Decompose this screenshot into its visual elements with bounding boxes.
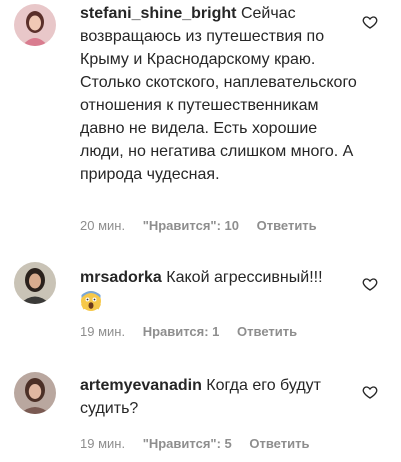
comment-text: artemyevanadin Когда его будут судить? [80, 374, 360, 420]
avatar[interactable] [14, 372, 56, 414]
comment-username[interactable]: artemyevanadin [80, 377, 202, 394]
reply-button[interactable]: Ответить [257, 218, 317, 233]
comment-body: Какой агрессивный!!! [166, 269, 323, 286]
heart-outline-icon[interactable] [362, 384, 378, 400]
comment-meta: 20 мин. "Нравится": 10 Ответить [80, 218, 331, 233]
comment-meta: 19 мин. Нравится: 1 Ответить [80, 324, 311, 339]
comment-item: artemyevanadin Когда его будут судить? 1… [0, 370, 401, 460]
avatar[interactable] [14, 4, 56, 46]
comment-time[interactable]: 20 мин. [80, 218, 125, 233]
likes-count[interactable]: Нравится: 1 [143, 324, 220, 339]
likes-count[interactable]: "Нравится": 10 [143, 218, 239, 233]
comment-username[interactable]: mrsadorka [80, 269, 162, 286]
likes-count[interactable]: "Нравится": 5 [143, 436, 232, 451]
comment-time[interactable]: 19 мин. [80, 436, 125, 451]
screaming-face-emoji [80, 290, 102, 312]
comment-body: Сейчас возвращаюсь из путешествия по Кры… [80, 5, 357, 183]
comment-meta: 19 мин. "Нравится": 5 Ответить [80, 436, 323, 451]
comment-text: mrsadorka Какой агрессивный!!! [80, 266, 360, 312]
comment-item: stefani_shine_bright Сейчас возвращаюсь … [0, 0, 401, 240]
comment-item: mrsadorka Какой агрессивный!!! 19 мин. Н… [0, 262, 401, 352]
reply-button[interactable]: Ответить [249, 436, 309, 451]
heart-outline-icon[interactable] [362, 14, 378, 30]
comment-time[interactable]: 19 мин. [80, 324, 125, 339]
comment-text: stefani_shine_bright Сейчас возвращаюсь … [80, 2, 360, 186]
comment-username[interactable]: stefani_shine_bright [80, 5, 236, 22]
avatar[interactable] [14, 262, 56, 304]
reply-button[interactable]: Ответить [237, 324, 297, 339]
heart-outline-icon[interactable] [362, 276, 378, 292]
